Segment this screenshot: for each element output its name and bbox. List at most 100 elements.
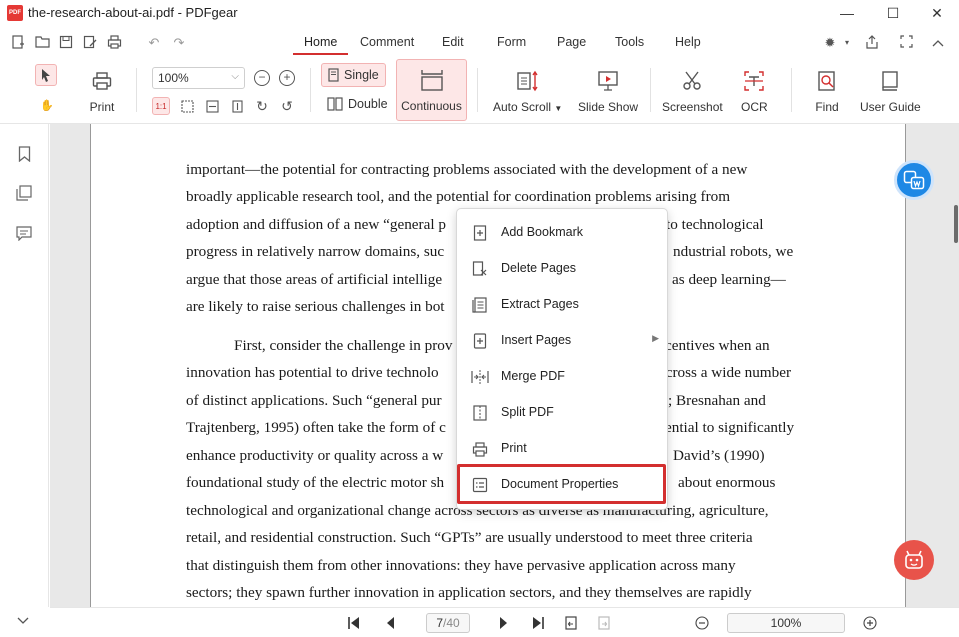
title-bar: PDF the-research-about-ai.pdf - PDFgear …	[0, 0, 959, 26]
split-pdf-icon	[471, 404, 489, 422]
undo-icon[interactable]: ↶	[146, 35, 162, 51]
go-back-view-icon[interactable]	[563, 615, 579, 631]
ocr-button[interactable]: OCR	[741, 68, 768, 114]
window-title: the-research-about-ai.pdf - PDFgear	[28, 5, 238, 20]
text-line: foundational study of the electric motor…	[186, 474, 445, 491]
continuous-button[interactable]: Continuous	[396, 59, 467, 121]
text-line: sectors; they spawn further innovation i…	[186, 584, 752, 601]
tab-page[interactable]: Page	[557, 35, 586, 49]
zoom-in-icon[interactable]	[862, 615, 878, 631]
total-pages: /40	[443, 616, 460, 630]
redo-icon[interactable]: ↷	[171, 35, 187, 51]
translate-icon	[903, 170, 925, 190]
submenu-arrow-icon: ▶	[652, 333, 659, 343]
fullscreen-icon[interactable]	[898, 35, 914, 51]
text-line: broadly applicable research tool, and th…	[186, 188, 731, 205]
menu-item-split-pdf[interactable]: Split PDF	[457, 394, 667, 430]
text-line: retail, and residential construction. Su…	[186, 529, 753, 546]
zoom-level-field[interactable]: 100%	[727, 613, 845, 633]
zoom-out-icon[interactable]	[694, 615, 710, 631]
menu-item-add-bookmark[interactable]: Add Bookmark	[457, 214, 667, 250]
robot-icon	[905, 550, 923, 569]
text-line: of distinct applications. Such “general …	[186, 392, 442, 409]
ocr-icon	[741, 68, 767, 94]
find-button[interactable]: Find	[814, 68, 840, 114]
menu-item-print[interactable]: Print	[457, 430, 667, 466]
page-number-field[interactable]: 7/40	[426, 613, 470, 633]
toolbar-separator	[650, 68, 651, 112]
zoom-value: 100%	[158, 71, 189, 85]
hand-tool-icon[interactable]: ✋	[38, 96, 56, 114]
screenshot-button[interactable]: Screenshot	[662, 68, 723, 114]
tab-form[interactable]: Form	[497, 35, 526, 49]
print-button[interactable]: Print	[89, 68, 115, 114]
share-icon[interactable]	[864, 35, 880, 51]
next-page-icon[interactable]	[496, 615, 512, 631]
zoom-in-icon[interactable]: +	[279, 70, 295, 86]
tab-tools[interactable]: Tools	[615, 35, 644, 49]
chevron-down-icon[interactable]	[14, 612, 32, 630]
slide-show-label: Slide Show	[578, 100, 639, 114]
thumbnails-panel-icon[interactable]	[15, 184, 33, 202]
previous-page-icon[interactable]	[382, 615, 398, 631]
text-line: innovation has potential to drive techno…	[186, 364, 439, 381]
collapse-ribbon-icon[interactable]	[930, 35, 946, 51]
vertical-scrollbar-thumb[interactable]	[954, 205, 958, 243]
fit-page-icon[interactable]	[178, 97, 196, 115]
toolbar-separator	[791, 68, 792, 112]
open-folder-icon[interactable]	[34, 35, 50, 51]
quick-print-icon[interactable]	[106, 35, 122, 51]
fit-height-icon[interactable]	[228, 97, 246, 115]
menu-row: ↶ ↷ Home Comment Edit Form Page Tools He…	[0, 30, 959, 56]
bookmark-panel-icon[interactable]	[15, 145, 33, 163]
theme-dropdown-icon[interactable]: ▾	[839, 35, 855, 51]
actual-size-icon[interactable]: 1:1	[152, 97, 170, 115]
rotate-counterclockwise-icon[interactable]: ↺	[278, 97, 296, 115]
rotate-clockwise-icon[interactable]: ↻	[253, 97, 271, 115]
scissors-icon	[679, 68, 705, 94]
tab-edit[interactable]: Edit	[442, 35, 464, 49]
text-line: David’s (1990)	[673, 447, 765, 464]
print-icon	[471, 440, 489, 458]
text-line: centives when an	[665, 337, 770, 354]
save-icon[interactable]	[58, 35, 74, 51]
menu-item-extract-pages[interactable]: Extract Pages	[457, 286, 667, 322]
app-logo: PDF	[7, 5, 23, 21]
menu-item-insert-pages[interactable]: Insert Pages ▶	[457, 322, 667, 358]
single-page-button[interactable]: Single	[321, 63, 386, 87]
auto-scroll-icon	[515, 68, 541, 94]
new-file-icon[interactable]	[10, 35, 26, 51]
menu-item-delete-pages[interactable]: Delete Pages	[457, 250, 667, 286]
translate-float-button[interactable]	[894, 160, 934, 200]
double-page-icon	[327, 97, 343, 111]
menu-item-label: Merge PDF	[501, 369, 565, 383]
zoom-out-icon[interactable]: −	[254, 70, 270, 86]
auto-scroll-button[interactable]: Auto Scroll ▼	[493, 68, 562, 114]
tab-home[interactable]: Home	[304, 35, 337, 49]
slide-show-button[interactable]: Slide Show	[578, 68, 638, 114]
tab-comment[interactable]: Comment	[360, 35, 414, 49]
auto-scroll-label: Auto Scroll	[493, 100, 552, 114]
theme-icon[interactable]: ✹	[822, 35, 838, 51]
text-line: as deep learning—	[672, 271, 786, 288]
tab-help[interactable]: Help	[675, 35, 701, 49]
find-label: Find	[815, 100, 839, 114]
minimize-button[interactable]: —	[824, 0, 870, 26]
select-tool-icon[interactable]	[35, 64, 57, 86]
menu-item-merge-pdf[interactable]: Merge PDF	[457, 358, 667, 394]
zoom-select[interactable]: 100% ⌵	[152, 67, 245, 89]
maximize-button[interactable]: ☐	[870, 0, 916, 26]
ai-assistant-float-button[interactable]	[894, 540, 934, 580]
close-button[interactable]: ✕	[914, 0, 959, 26]
menu-item-label: Insert Pages	[501, 333, 572, 347]
fit-width-icon[interactable]	[203, 97, 221, 115]
delete-pages-icon	[471, 260, 489, 278]
user-guide-button[interactable]: User Guide	[860, 68, 921, 114]
first-page-icon[interactable]	[346, 615, 362, 631]
double-page-button[interactable]: Double	[327, 97, 388, 111]
comments-panel-icon[interactable]	[15, 224, 33, 242]
save-as-icon[interactable]	[82, 35, 98, 51]
pdfgear-window: PDF the-research-about-ai.pdf - PDFgear …	[0, 0, 959, 637]
last-page-icon[interactable]	[530, 615, 546, 631]
go-forward-view-icon[interactable]	[596, 615, 612, 631]
